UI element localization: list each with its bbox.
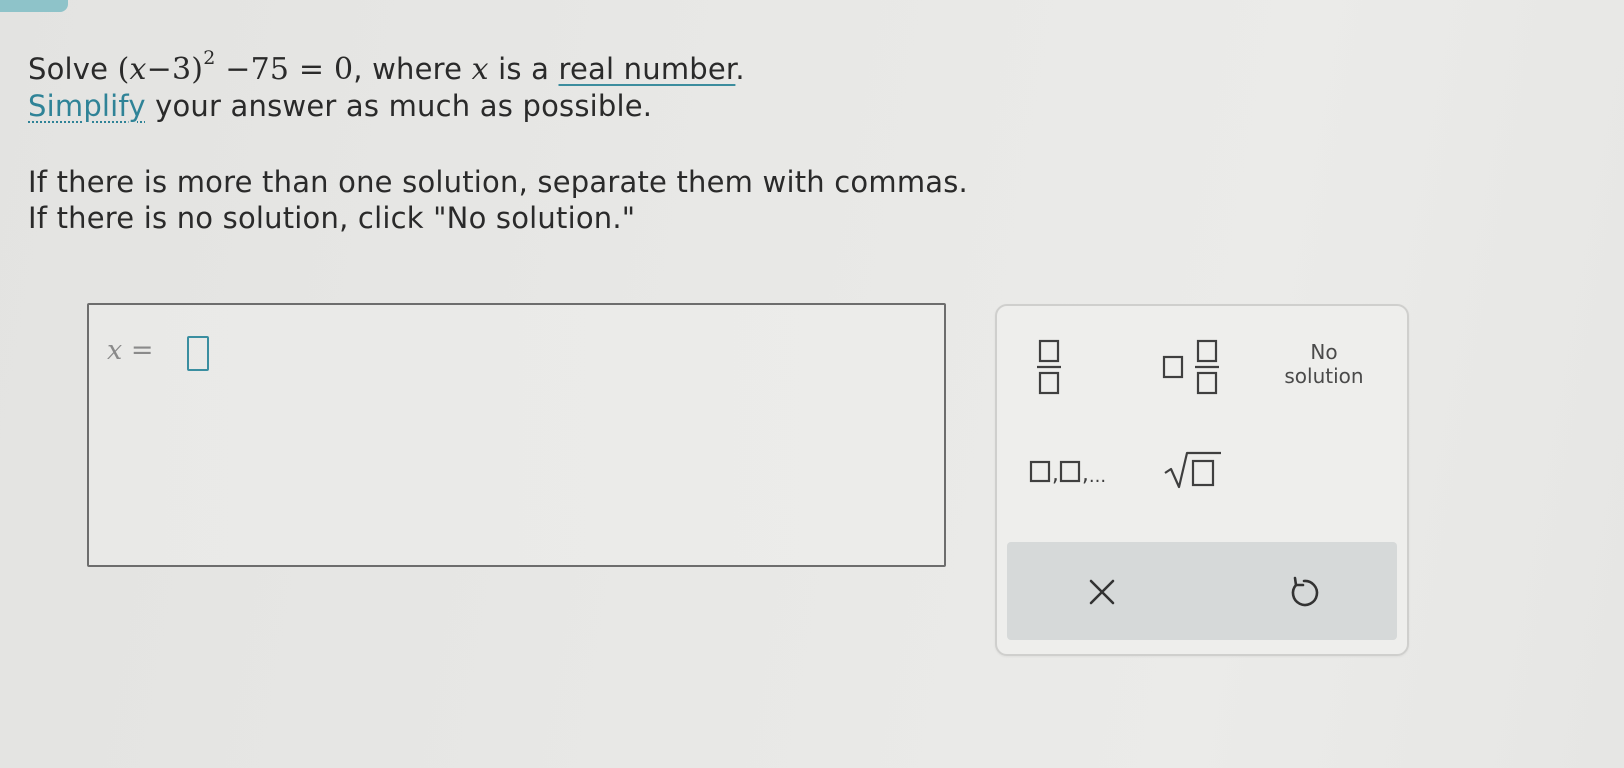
square-root-button[interactable] bbox=[1157, 442, 1229, 498]
solve-word: Solve bbox=[28, 52, 109, 86]
no-solution-button[interactable]: No solution bbox=[1269, 336, 1379, 392]
fraction-icon bbox=[1037, 339, 1061, 395]
clear-button[interactable] bbox=[1067, 562, 1137, 622]
corner-tab bbox=[0, 0, 68, 12]
list-ellipsis: ... bbox=[1088, 465, 1107, 487]
list-button[interactable]: , , ... bbox=[1017, 446, 1117, 496]
question-line-1: Solve (x−3)2 −75 = 0, where x is a real … bbox=[28, 47, 745, 87]
no-solution-label-line2: solution bbox=[1284, 364, 1364, 388]
undo-icon bbox=[1291, 576, 1319, 607]
fraction-button[interactable] bbox=[1019, 332, 1079, 402]
answer-area[interactable]: x = bbox=[87, 303, 946, 567]
variable-x: x bbox=[471, 52, 489, 87]
answer-label: x = bbox=[107, 335, 154, 366]
mixed-number-button[interactable] bbox=[1157, 332, 1229, 402]
undo-button[interactable] bbox=[1269, 562, 1339, 622]
no-solution-label-line1: No bbox=[1310, 340, 1338, 364]
question-line-2: Simplify your answer as much as possible… bbox=[28, 89, 653, 123]
math-keypad: No solution , , ... bbox=[995, 304, 1409, 656]
mixed-number-icon bbox=[1162, 339, 1219, 395]
keypad-action-bar bbox=[1007, 542, 1397, 640]
answer-input-slot[interactable] bbox=[187, 336, 209, 371]
list-box-icon bbox=[1029, 460, 1051, 483]
question-prompt: Solve (x−3)2 −75 = 0, where x is a real … bbox=[28, 40, 968, 240]
real-number-link[interactable]: real number bbox=[559, 52, 736, 86]
simplify-link[interactable]: Simplify bbox=[28, 89, 146, 123]
close-icon bbox=[1089, 579, 1115, 605]
equation: (x−3)2 −75 = 0 bbox=[117, 47, 354, 87]
list-box-icon bbox=[1059, 460, 1081, 483]
square-root-icon bbox=[1164, 451, 1221, 489]
